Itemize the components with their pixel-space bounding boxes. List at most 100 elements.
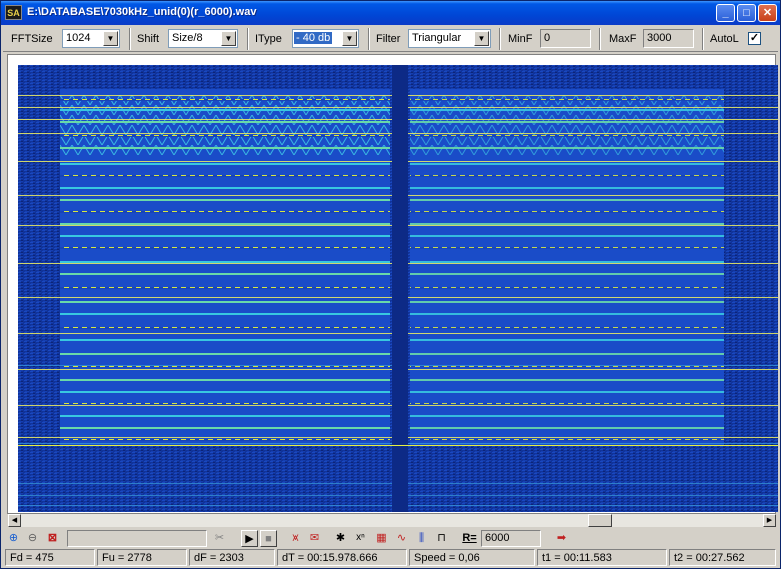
signal-line — [410, 273, 724, 275]
signal-line — [410, 135, 724, 137]
zigzag-band — [60, 95, 390, 155]
signal-line — [60, 135, 390, 137]
pulse-icon[interactable]: ⊓ — [433, 530, 450, 547]
fftsize-label: FFTSize — [11, 33, 53, 45]
status-t2: t2 = 00:27.562 — [669, 549, 776, 566]
minf-field[interactable]: 0 — [540, 29, 591, 48]
signal-line — [60, 313, 390, 315]
signal-line — [410, 175, 724, 177]
filter-select[interactable]: Triangular ▼ — [408, 29, 491, 48]
signal-line — [60, 261, 390, 263]
signal-line — [60, 391, 390, 393]
position-field[interactable] — [67, 530, 207, 547]
zoom-out-icon[interactable]: ⊖ — [24, 530, 41, 547]
signal-line — [410, 247, 724, 249]
signal-line — [410, 187, 724, 189]
signal-line — [60, 147, 390, 149]
signal-line — [410, 427, 724, 429]
signal-line — [410, 199, 724, 201]
signal-line — [410, 99, 724, 101]
toolbar-separator — [368, 28, 370, 50]
signal-line — [410, 223, 724, 225]
stop-icon[interactable]: ■ — [260, 530, 277, 547]
signal-block-left — [60, 89, 390, 445]
waveform-icon[interactable]: ∿ — [393, 530, 410, 547]
app-icon[interactable]: SA — [5, 5, 22, 20]
status-fu: Fu = 2778 — [97, 549, 187, 566]
reset-zoom-icon[interactable]: ⊠ — [44, 530, 61, 547]
envelope-icon[interactable]: ✉ — [306, 530, 323, 547]
signal-line — [410, 391, 724, 393]
power-icon[interactable]: xⁿ — [352, 530, 369, 547]
scrollbar-thumb[interactable] — [588, 514, 612, 527]
toolbar-separator — [247, 28, 249, 50]
toolbar-separator — [599, 28, 601, 50]
chevron-down-icon[interactable]: ▼ — [221, 31, 236, 46]
signal-line — [60, 339, 390, 341]
status-t1: t1 = 00:11.583 — [537, 549, 667, 566]
bars-icon[interactable]: ⫼ — [413, 530, 430, 547]
cut-icon[interactable]: ✂ — [211, 530, 228, 547]
signal-line — [60, 353, 390, 355]
rate-field[interactable]: 6000 — [481, 530, 541, 547]
signal-line — [60, 415, 390, 417]
toolbar-separator — [702, 28, 704, 50]
shift-label: Shift — [137, 33, 160, 45]
signal-line — [410, 235, 724, 237]
status-df: dF = 2303 — [189, 549, 275, 566]
toolbar-separator — [129, 28, 131, 50]
signal-line — [60, 99, 390, 101]
marker-icon[interactable]: ✱ — [332, 530, 349, 547]
chevron-down-icon[interactable]: ▼ — [103, 31, 118, 46]
histogram-icon[interactable]: ▦ — [373, 530, 390, 547]
signal-line — [60, 327, 390, 329]
signal-line — [410, 327, 724, 329]
horizontal-scrollbar[interactable]: ◀ ▶ — [8, 514, 776, 527]
signal-line — [410, 163, 724, 165]
fftsize-select[interactable]: 1024 ▼ — [62, 29, 120, 48]
maximize-button[interactable]: □ — [737, 4, 756, 22]
signal-line — [410, 379, 724, 381]
maxf-field[interactable]: 3000 — [643, 29, 694, 48]
chevron-down-icon[interactable]: ▼ — [342, 31, 357, 46]
signal-line — [60, 301, 390, 303]
signal-line — [60, 109, 390, 111]
signal-line — [60, 287, 390, 289]
signal-line — [60, 439, 390, 441]
shift-select[interactable]: Size/8 ▼ — [168, 29, 238, 48]
scroll-left-icon[interactable]: ◀ — [8, 514, 21, 527]
scroll-right-icon[interactable]: ▶ — [763, 514, 776, 527]
close-button[interactable]: ✕ — [758, 4, 777, 22]
zoom-in-icon[interactable]: ⊕ — [5, 530, 22, 547]
signal-line — [410, 415, 724, 417]
signal-line — [410, 439, 724, 441]
chevron-down-icon[interactable]: ▼ — [474, 31, 489, 46]
autol-checkbox[interactable]: ✓ — [748, 32, 761, 45]
autol-label: AutoL — [710, 33, 739, 45]
signal-line — [410, 261, 724, 263]
signal-gap — [392, 65, 408, 512]
rate-label: R= — [462, 532, 477, 544]
spectrum-icon[interactable]: ⩙ — [287, 530, 304, 547]
signal-line — [60, 211, 390, 213]
signal-line — [60, 379, 390, 381]
signal-line — [410, 353, 724, 355]
toolbar: FFTSize 1024 ▼ Shift Size/8 ▼ IType - 40… — [3, 26, 778, 52]
toolbar-separator — [499, 28, 501, 50]
signal-line — [410, 211, 724, 213]
export-icon[interactable]: ➡ — [553, 530, 570, 547]
spectrogram-canvas[interactable] — [18, 65, 778, 512]
minimize-button[interactable]: _ — [716, 4, 735, 22]
signal-line — [410, 403, 724, 405]
signal-line — [410, 109, 724, 111]
title-bar[interactable]: SA E:\DATABASE\7030kHz_unid(0)(r_6000).w… — [1, 1, 780, 25]
play-icon[interactable]: ▶ — [241, 530, 258, 547]
status-dt: dT = 00:15.978.666 — [277, 549, 407, 566]
signal-line — [410, 287, 724, 289]
filter-label: Filter — [376, 33, 401, 45]
itype-select[interactable]: - 40 db ▼ — [292, 29, 359, 48]
signal-line — [60, 427, 390, 429]
signal-line — [60, 187, 390, 189]
minf-label: MinF — [508, 33, 533, 45]
status-bar: Fd = 475 Fu = 2778 dF = 2303 dT = 00:15.… — [3, 549, 778, 567]
